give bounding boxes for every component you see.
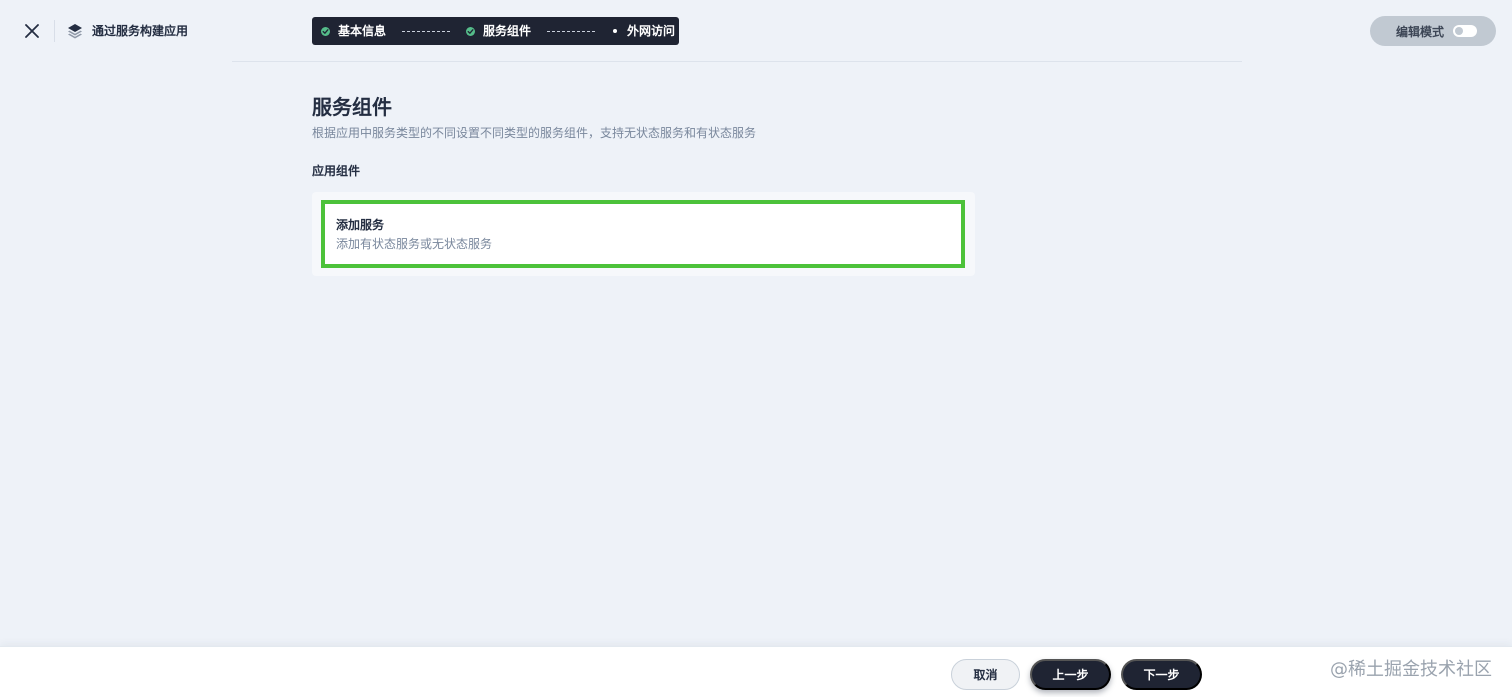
add-service-title: 添加服务 (336, 218, 385, 232)
header-rule (232, 61, 1242, 62)
add-service-card[interactable]: 添加服务 添加有状态服务或无状态服务 (321, 200, 965, 268)
cancel-button[interactable]: 取消 (951, 659, 1020, 690)
edit-mode-label: 编辑模式 (1396, 24, 1445, 39)
close-button[interactable] (20, 20, 44, 42)
edit-mode-switch[interactable]: 编辑模式 (1370, 16, 1496, 46)
step-indicator: 基本信息 服务组件 外网访问 (312, 17, 679, 45)
header: 通过服务构建应用 基本信息 服务组件 外网访问 编辑模式 (0, 0, 1512, 62)
step-service-components[interactable]: 服务组件 (466, 23, 531, 39)
toggle-knob (1455, 27, 1463, 35)
step-external-access[interactable]: 外网访问 (611, 23, 675, 39)
add-service-description: 添加有状态服务或无状态服务 (336, 237, 493, 251)
dot-icon (613, 29, 618, 33)
step-separator (402, 30, 451, 32)
step-separator (547, 30, 596, 32)
step-basic-info[interactable]: 基本信息 (321, 23, 386, 39)
close-icon[interactable] (25, 24, 39, 38)
section-label: 应用组件 (312, 164, 361, 178)
header-divider (54, 20, 55, 42)
next-step-button[interactable]: 下一步 (1121, 659, 1202, 690)
step-label: 外网访问 (627, 24, 676, 38)
layers-icon (68, 24, 82, 39)
step-label: 服务组件 (483, 24, 532, 38)
page-description: 根据应用中服务类型的不同设置不同类型的服务组件，支持无状态服务和有状态服务 (312, 126, 757, 140)
step-label: 基本信息 (338, 24, 387, 38)
header-title: 通过服务构建应用 (92, 24, 189, 38)
check-circle-icon (321, 26, 330, 36)
check-circle-icon (466, 26, 476, 36)
page-title: 服务组件 (312, 95, 392, 119)
watermark: @稀土掘金技术社区 (1330, 659, 1492, 680)
edit-mode-toggle[interactable] (1453, 25, 1477, 37)
previous-step-button[interactable]: 上一步 (1030, 659, 1111, 690)
footer: 取消 上一步 下一步 @稀土掘金技术社区 (0, 646, 1512, 697)
